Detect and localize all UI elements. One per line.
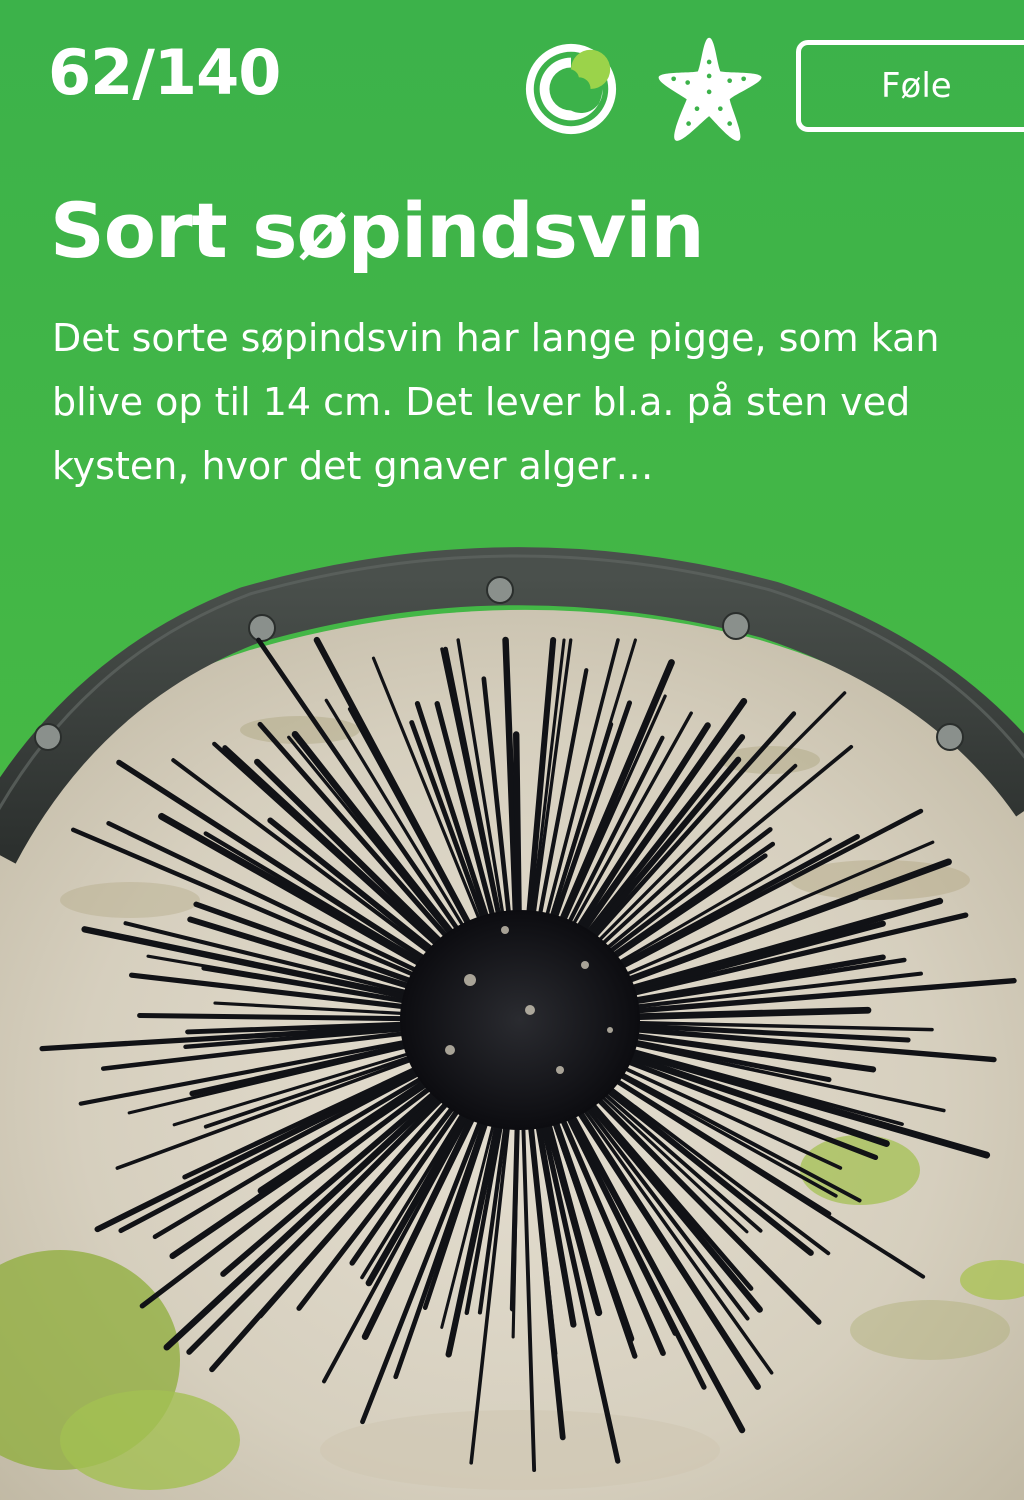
species-description: Det sorte søpindsvin har lange pigge, so…: [52, 316, 940, 488]
starfish-icon: [658, 37, 762, 141]
sense-button[interactable]: Føle: [796, 40, 1024, 132]
species-card: 62/140 Føle Sort søpindsvin Det sorte sø…: [0, 0, 1024, 1500]
swirl-logo-icon: [525, 43, 617, 135]
card-counter: 62/140: [48, 36, 281, 109]
species-title: Sort søpindsvin: [50, 186, 705, 275]
urchin-body: [400, 910, 640, 1130]
